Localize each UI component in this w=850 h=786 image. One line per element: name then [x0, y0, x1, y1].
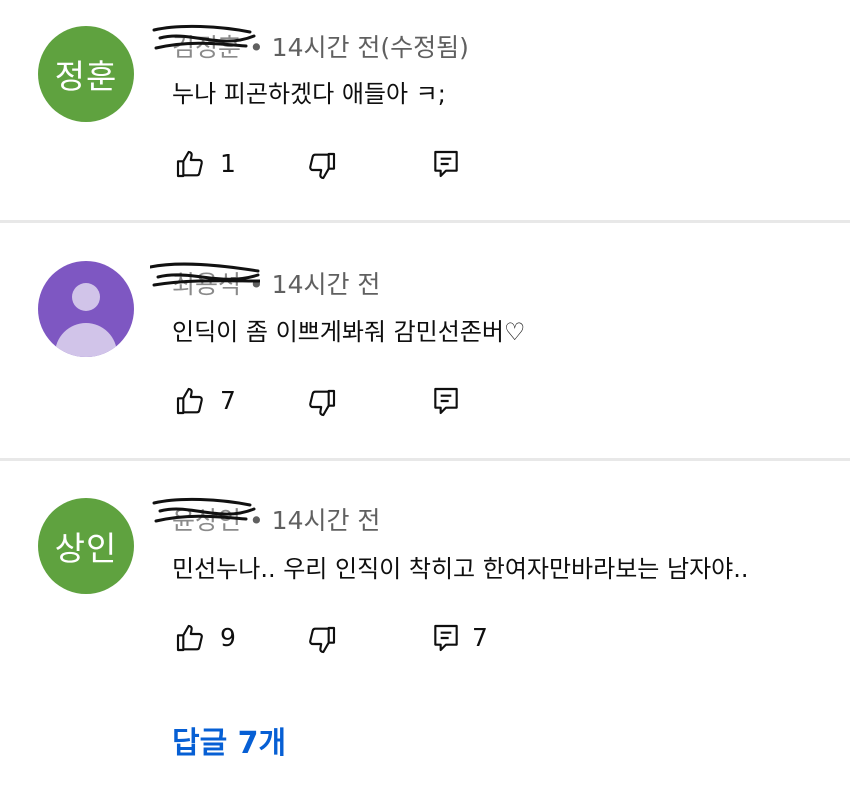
default-avatar-body: [55, 323, 117, 357]
avatar[interactable]: 상인: [38, 498, 134, 594]
avatar[interactable]: 정훈: [38, 26, 134, 122]
comment-2: 최용석 • 14시간 전 인딕이 좀 이쁘게봐줘 감민선존버♡ 7: [0, 223, 850, 458]
comment-time: 14시간 전: [271, 270, 381, 299]
reply-comment-icon[interactable]: [430, 622, 462, 654]
comment-meta: 윤상인 • 14시간 전: [152, 497, 381, 537]
comment-actions: 1: [0, 144, 850, 184]
meta-separator: •: [248, 33, 264, 62]
comment-text: 인딕이 좀 이쁘게봐줘 감민선존버♡: [172, 318, 526, 346]
author-name[interactable]: 윤상인: [152, 497, 256, 537]
thumbs-down-icon[interactable]: [306, 624, 338, 656]
like-count: 1: [220, 149, 236, 178]
author-name-text: 윤상인: [172, 506, 242, 535]
comment-time: 14시간 전: [271, 506, 381, 535]
comment-time: 14시간 전(수정됨): [271, 33, 469, 62]
thumbs-up-icon[interactable]: [174, 622, 206, 654]
meta-separator: •: [248, 270, 264, 299]
like-count: 9: [220, 623, 236, 652]
author-name[interactable]: 김정훈: [152, 24, 256, 64]
comment-text: 누나 피곤하겠다 애들아 ㅋ;: [172, 80, 446, 108]
comment-meta: 최용석 • 14시간 전: [150, 262, 381, 301]
author-name-text: 김정훈: [172, 33, 242, 62]
comment-3: 상인 윤상인 • 14시간 전 민선누나.. 우리 인직이 착히고 한여자만바라…: [0, 461, 850, 786]
author-name-text: 최용석: [172, 270, 242, 299]
thumbs-down-icon[interactable]: [306, 387, 338, 419]
comment-actions: 7: [0, 381, 850, 421]
author-name[interactable]: 최용석: [150, 262, 260, 301]
avatar-initials: 상인: [54, 529, 118, 568]
avatar[interactable]: [38, 261, 134, 357]
reply-comment-icon[interactable]: [430, 385, 462, 417]
view-replies-link[interactable]: 답글 7개: [172, 718, 286, 762]
reply-comment-icon[interactable]: [430, 148, 462, 180]
thumbs-down-icon[interactable]: [306, 150, 338, 182]
comment-actions: 9 7: [0, 618, 850, 658]
comment-1: 정훈 김정훈 • 14시간 전(수정됨) 누나 피곤하겠다 애들아 ㅋ; 1: [0, 0, 850, 220]
meta-separator: •: [248, 506, 264, 535]
comment-text: 민선누나.. 우리 인직이 착히고 한여자만바라보는 남자야..: [172, 555, 749, 583]
avatar-initials: 정훈: [54, 57, 118, 96]
thumbs-up-icon[interactable]: [174, 148, 206, 180]
reply-count: 7: [472, 623, 488, 652]
like-count: 7: [220, 386, 236, 415]
thumbs-up-icon[interactable]: [174, 385, 206, 417]
default-avatar-head: [72, 283, 100, 311]
comment-meta: 김정훈 • 14시간 전(수정됨): [152, 24, 469, 64]
